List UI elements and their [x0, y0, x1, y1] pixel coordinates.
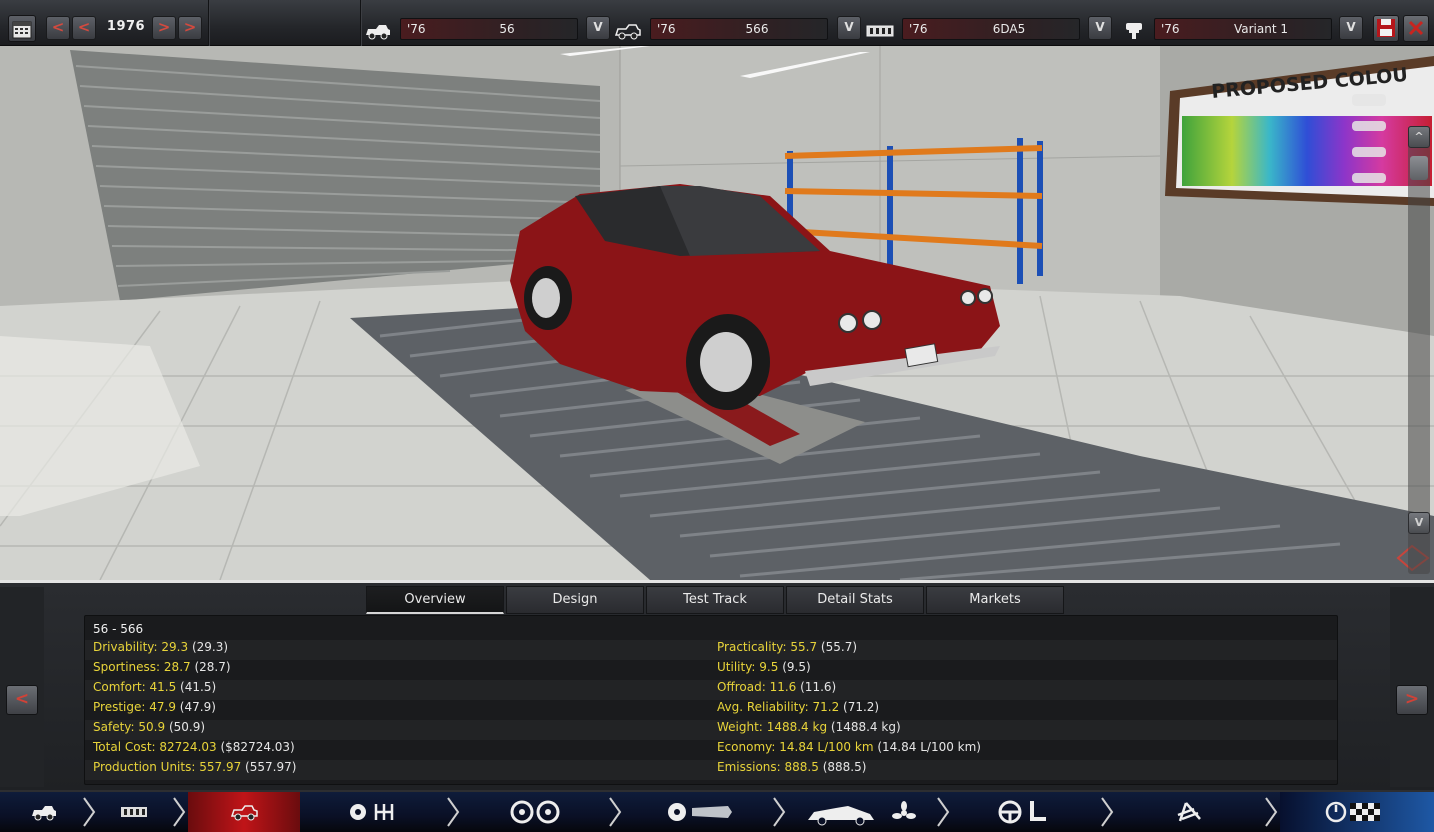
chevron-right-icon [609, 797, 622, 827]
view-scrollbar: ^ V [1402, 126, 1434, 580]
stats-right-column: Practicality: 55.7 (55.7) Utility: 9.5 (… [709, 640, 1337, 780]
nav-chassis[interactable] [98, 792, 172, 832]
chevron-right-icon [173, 797, 186, 827]
scroll-down-button[interactable]: V [1408, 512, 1430, 534]
year-prev-button[interactable]: < [46, 16, 70, 40]
nav-comfort[interactable] [952, 792, 1100, 832]
save-icon[interactable] [1373, 15, 1399, 42]
aero-fixtures-icon [668, 803, 732, 821]
trim-selector[interactable]: '76 566 [650, 18, 828, 40]
model-dropdown-button[interactable]: V [586, 16, 610, 40]
scrollbar-track[interactable]: ^ V [1408, 126, 1430, 574]
nav-model[interactable] [0, 792, 82, 832]
stat-row: Sportiness: 28.7 (28.7) [93, 660, 231, 674]
year-prev-fast-button[interactable]: < [72, 16, 96, 40]
stats-panel: Overview Design Test Track Detail Stats … [0, 580, 1434, 790]
nav-wheels[interactable] [462, 792, 608, 832]
stat-row: Total Cost: 82724.03 ($82724.03) [93, 740, 295, 754]
trim-year: '76 [657, 22, 676, 36]
chevron-right-icon [83, 797, 96, 827]
tab-design[interactable]: Design [506, 586, 644, 614]
nav-drivetrain[interactable] [300, 792, 446, 832]
engine-dropdown-button[interactable]: V [1088, 16, 1112, 40]
panel-prev-button[interactable]: < [6, 685, 38, 715]
engine-selector[interactable]: '76 6DA5 [902, 18, 1080, 40]
engine-name: 6DA5 [992, 22, 1026, 36]
test-finish-icon [1325, 801, 1380, 823]
stat-row: Safety: 50.9 (50.9) [85, 720, 709, 740]
chevron-right-icon [1101, 797, 1114, 827]
tab-overview[interactable]: Overview [366, 586, 504, 614]
garage-scene: PROPOSED COLOU [0, 46, 1434, 580]
designer-step-nav [0, 790, 1434, 832]
engine-icon [866, 25, 894, 37]
scrollbar-thumb[interactable] [1410, 156, 1428, 180]
overview-stats: 56 - 566 Drivability: 29.3 (29.3) Sporti… [84, 615, 1338, 785]
stat-row: Prestige: 47.9 (47.9) [93, 700, 216, 714]
model-name: 56 [499, 22, 515, 36]
interior-icon [808, 801, 916, 826]
stat-row: Utility: 9.5 (9.5) [717, 660, 811, 674]
stat-row: Offroad: 11.6 (11.6) [709, 680, 1337, 700]
top-toolbar: < < 1976 > > '76 56 V '76 566 V '76 6DA5… [0, 0, 1434, 46]
trim-car-icon [614, 24, 641, 40]
panel-next-button[interactable]: > [1396, 685, 1428, 715]
model-year: '76 [407, 22, 426, 36]
car-model-icon [32, 806, 56, 821]
model-car-icon [366, 25, 390, 40]
trim-dropdown-button[interactable]: V [837, 16, 861, 40]
stat-row: Production Units: 557.97 (557.97) [85, 760, 709, 780]
body-icon [230, 805, 258, 821]
chassis-icon [121, 807, 147, 817]
steering-seat-icon [998, 800, 1046, 824]
stat-row: Economy: 14.84 L/100 km (14.84 L/100 km) [717, 740, 981, 754]
divider [208, 0, 210, 46]
close-icon[interactable] [1403, 15, 1429, 42]
chevron-right-icon [447, 797, 460, 827]
variant-dropdown-button[interactable]: V [1339, 16, 1363, 40]
stat-row: Drivability: 29.3 (29.3) [85, 640, 709, 660]
wheels-brakes-icon [510, 800, 560, 824]
stat-row: Emissions: 888.5 (888.5) [709, 760, 1337, 780]
calendar-icon[interactable] [8, 15, 36, 42]
stat-row: Weight: 1488.4 kg (1488.4 kg) [709, 720, 1337, 740]
tab-detail-stats[interactable]: Detail Stats [786, 586, 924, 614]
nav-interior[interactable] [788, 792, 936, 832]
nav-finish[interactable] [1280, 792, 1434, 832]
model-selector[interactable]: '76 56 [400, 18, 578, 40]
suspension-icon [1177, 802, 1201, 822]
nav-body[interactable] [188, 792, 300, 832]
stat-row: Practicality: 55.7 (55.7) [709, 640, 1337, 660]
variant-selector[interactable]: '76 Variant 1 [1154, 18, 1332, 40]
divider [360, 0, 362, 46]
variant-name: Variant 1 [1233, 22, 1288, 36]
tab-markets[interactable]: Markets [926, 586, 1064, 614]
year-next-fast-button[interactable]: > [178, 16, 202, 40]
stats-left-column: Drivability: 29.3 (29.3) Sportiness: 28.… [85, 640, 709, 780]
trim-name: 566 [745, 22, 769, 36]
stat-row: Avg. Reliability: 71.2 (71.2) [717, 700, 880, 714]
engine-year: '76 [909, 22, 928, 36]
nav-suspension[interactable] [1116, 792, 1264, 832]
chevron-right-icon [937, 797, 950, 827]
chevron-right-icon [773, 797, 786, 827]
stats-title: 56 - 566 [93, 622, 144, 636]
stat-row: Comfort: 41.5 (41.5) [85, 680, 709, 700]
variant-piston-icon [1126, 23, 1142, 39]
scroll-up-button[interactable]: ^ [1408, 126, 1430, 148]
tab-test-track[interactable]: Test Track [646, 586, 784, 614]
garage-3d-view[interactable]: PROPOSED COLOU ^ V [0, 46, 1434, 580]
nav-fixtures[interactable] [624, 792, 772, 832]
year-next-button[interactable]: > [152, 16, 176, 40]
variant-year: '76 [1161, 22, 1180, 36]
year-display: 1976 [106, 19, 146, 34]
drivetrain-gearbox-icon [350, 804, 394, 820]
chevron-right-icon [1265, 797, 1278, 827]
